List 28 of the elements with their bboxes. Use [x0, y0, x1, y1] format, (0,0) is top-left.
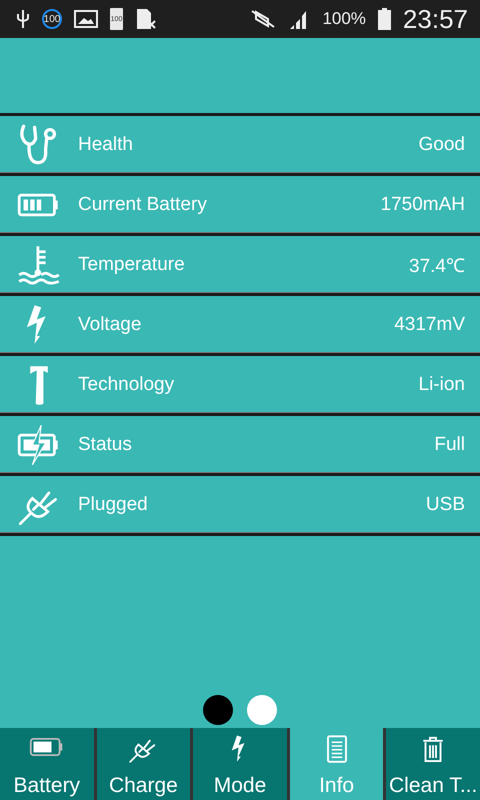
usb-icon — [16, 9, 30, 29]
status-badge: 100 — [42, 9, 62, 29]
info-label: Technology — [78, 374, 174, 396]
info-label: Temperature — [78, 254, 185, 276]
image-icon — [74, 9, 98, 29]
info-value: Full — [434, 434, 465, 456]
info-value: Li-ion — [418, 374, 465, 396]
info-label: Current Battery — [78, 194, 207, 216]
info-value: 37.4℃ — [409, 254, 465, 278]
vibrate-off-icon — [250, 9, 276, 29]
nav-tab[interactable]: Battery — [0, 728, 94, 800]
clock: 23:57 — [402, 4, 468, 34]
info-value: 1750mAH — [380, 194, 465, 216]
info-label: Health — [78, 134, 133, 156]
info-label: Status — [78, 434, 132, 456]
info-label: Plugged — [78, 494, 148, 516]
info-value: USB — [426, 494, 465, 516]
nav-tab[interactable]: Clean T... — [386, 728, 480, 800]
nav-tab[interactable]: Charge — [96, 728, 190, 800]
battery-icon — [378, 8, 391, 30]
info-value: Good — [418, 134, 465, 156]
sim-card-icon — [135, 8, 157, 30]
battery-percentage: 100% — [322, 9, 366, 29]
info-value: 4317mV — [394, 314, 465, 336]
page-dot[interactable] — [247, 695, 277, 725]
page-dot[interactable] — [203, 695, 233, 725]
info-label: Voltage — [78, 314, 142, 336]
nav-tab[interactable]: Mode — [193, 728, 287, 800]
